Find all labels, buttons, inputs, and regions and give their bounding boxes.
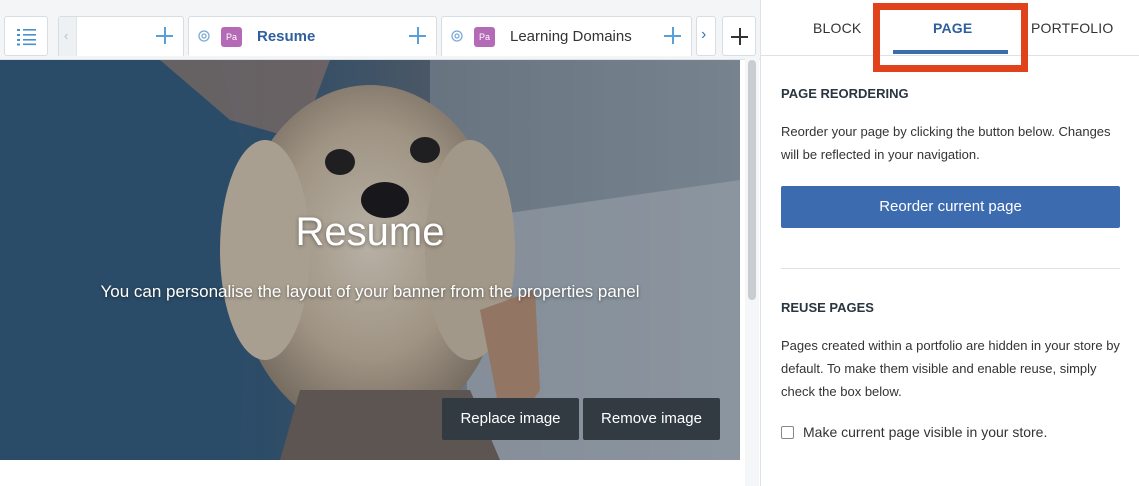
page-tab-bar: ‹ Pa Resume Pa Learning Domains › [0,0,760,60]
tab-block[interactable]: BLOCK [813,20,861,36]
add-page-plus-icon[interactable] [155,25,175,45]
editor-area: ‹ Pa Resume Pa Learning Domains › Resume… [0,0,760,486]
replace-image-button[interactable]: Replace image [442,398,579,440]
reuse-pages-heading: REUSE PAGES [781,300,874,315]
visible-in-store-checkbox[interactable] [781,426,794,439]
panel-tabs: BLOCK PAGE PORTFOLIO [761,0,1139,56]
properties-panel: BLOCK PAGE PORTFOLIO PAGE REORDERING Reo… [760,0,1139,486]
remove-image-button[interactable]: Remove image [583,398,720,440]
active-tab-indicator [893,50,1008,54]
tab-resume[interactable]: Pa Resume [188,16,437,56]
gear-icon[interactable] [450,29,464,43]
editor-scrollbar[interactable] [745,58,759,486]
tab-portfolio[interactable]: PORTFOLIO [1031,20,1113,36]
tab-learning-domains[interactable]: Pa Learning Domains [441,16,692,56]
tab-title: Resume [257,28,316,45]
gear-icon[interactable] [197,29,211,43]
tab-partial-hidden[interactable]: ‹ [58,16,184,56]
add-page-button[interactable] [722,16,756,56]
plus-icon[interactable] [663,25,683,45]
tab-page[interactable]: PAGE [933,20,972,36]
scroll-tabs-left-button[interactable]: ‹ [59,17,77,56]
plus-icon[interactable] [408,25,428,45]
chevron-left-icon: ‹ [64,28,69,43]
visible-in-store-label[interactable]: Make current page visible in your store. [803,424,1047,440]
page-badge: Pa [221,27,242,47]
page-reordering-description: Reorder your page by clicking the button… [781,124,1111,162]
scrollbar-thumb[interactable] [748,60,756,300]
page-reordering-heading: PAGE REORDERING [781,86,909,101]
section-divider [781,268,1120,269]
page-badge: Pa [474,27,495,47]
banner-title[interactable]: Resume [0,210,740,255]
plus-icon [730,26,750,46]
scroll-tabs-right-button[interactable]: › [696,16,716,56]
banner-subtitle[interactable]: You can personalise the layout of your b… [0,282,740,302]
reuse-pages-description: Pages created within a portfolio are hid… [781,338,1120,399]
list-icon [17,29,36,46]
page-list-button[interactable] [4,16,48,56]
banner[interactable]: Resume You can personalise the layout of… [0,60,740,460]
tab-title: Learning Domains [510,28,632,45]
reorder-current-page-button[interactable]: Reorder current page [781,186,1120,228]
chevron-right-icon: › [701,26,707,43]
